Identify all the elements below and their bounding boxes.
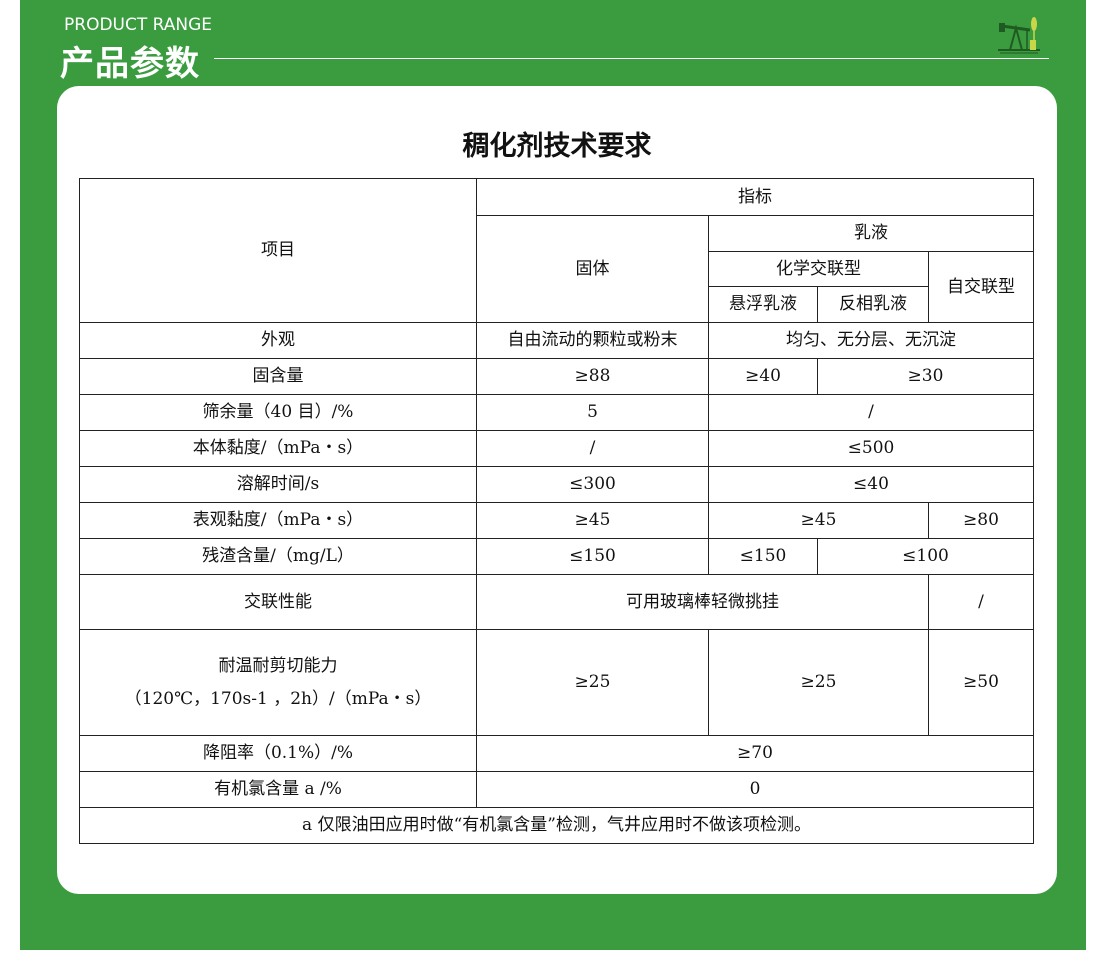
row-label-line: 耐温耐剪切能力 (218, 656, 338, 677)
cell-value: ≥45 (708, 502, 929, 539)
row-label-line: （120℃，170s-1 ，2h）/（mPa・s） (124, 688, 432, 709)
header-suspension-emulsion: 悬浮乳液 (708, 286, 818, 323)
cell-value: / (928, 574, 1034, 630)
cell-value: ≥80 (928, 502, 1034, 539)
header-emulsion: 乳液 (708, 215, 1034, 252)
row-label: 降阻率（0.1%）/% (79, 735, 477, 772)
content-card: 稠化剂技术要求 项目 指标 固体 乳液 化学交联型 自交联型 悬浮乳液 反相乳液… (57, 86, 1057, 894)
cell-value: / (476, 430, 709, 467)
cell-value: ≥45 (476, 502, 709, 539)
row-label: 溶解时间/s (79, 466, 477, 503)
table-row: 耐温耐剪切能力 （120℃，170s-1 ，2h）/（mPa・s） ≥25 ≥2… (79, 629, 1034, 736)
table-row: 降阻率（0.1%）/% ≥70 (79, 735, 1034, 772)
table-row: 项目 指标 (79, 178, 1034, 323)
cell-value: ≥30 (817, 358, 1034, 395)
cell-value: ≤150 (476, 538, 709, 575)
table-row: 交联性能 可用玻璃棒轻微挑挂 / (79, 574, 1034, 630)
cell-value: ≥88 (476, 358, 709, 395)
row-label: 耐温耐剪切能力 （120℃，170s-1 ，2h）/（mPa・s） (79, 629, 477, 736)
header-item: 项目 (79, 178, 477, 323)
row-label: 本体黏度/（mPa・s） (79, 430, 477, 467)
cell-value: ≥50 (928, 629, 1034, 736)
table-footnote: a 仅限油田应用时做“有机氯含量”检测，气井应用时不做该项检测。 (79, 807, 1034, 844)
cell-value: 可用玻璃棒轻微挑挂 (476, 574, 929, 630)
row-label: 外观 (79, 322, 477, 359)
row-label: 表观黏度/（mPa・s） (79, 502, 477, 539)
row-label: 残渣含量/（mg/L） (79, 538, 477, 575)
header-solid: 固体 (476, 215, 709, 323)
header-title-cn: 产品参数 (60, 44, 200, 84)
cell-value: ≤300 (476, 466, 709, 503)
cell-value: ≥70 (476, 735, 1034, 772)
table-row: a 仅限油田应用时做“有机氯含量”检测，气井应用时不做该项检测。 (79, 807, 1034, 844)
header-self-crosslink: 自交联型 (928, 251, 1034, 323)
header-subtitle-en: PRODUCT RANGE (64, 15, 213, 35)
table-title: 稠化剂技术要求 (462, 131, 652, 162)
table-row: 残渣含量/（mg/L） ≤150 ≤150 ≤100 (79, 538, 1034, 575)
cell-value: ≤40 (708, 466, 1034, 503)
table-row: 本体黏度/（mPa・s） / ≤500 (79, 430, 1034, 467)
table-row: 溶解时间/s ≤300 ≤40 (79, 466, 1034, 503)
row-label: 交联性能 (79, 574, 477, 630)
table-row: 表观黏度/（mPa・s） ≥45 ≥45 ≥80 (79, 502, 1034, 539)
spec-table: 项目 指标 固体 乳液 化学交联型 自交联型 悬浮乳液 反相乳液 外观 自由流动… (79, 178, 1034, 844)
cell-value: ≤100 (817, 538, 1034, 575)
cell-value: 0 (476, 771, 1034, 808)
row-label: 筛余量（40 目）/% (79, 394, 477, 431)
header-inverse-emulsion: 反相乳液 (817, 286, 929, 323)
header-indicator: 指标 (476, 178, 1034, 216)
cell-value: ≤500 (708, 430, 1034, 467)
cell-value: ≤150 (708, 538, 818, 575)
table-row: 筛余量（40 目）/% 5 / (79, 394, 1034, 431)
cell-value: / (708, 394, 1034, 431)
cell-value: ≥25 (708, 629, 929, 736)
row-label: 固含量 (79, 358, 477, 395)
cell-value: ≥25 (476, 629, 709, 736)
cell-value: 自由流动的颗粒或粉末 (476, 322, 709, 359)
cell-value: 5 (476, 394, 709, 431)
oil-pump-icon (998, 17, 1040, 54)
cell-value: ≥40 (708, 358, 818, 395)
cell-value: 均匀、无分层、无沉淀 (708, 322, 1034, 359)
header-chem-crosslink: 化学交联型 (708, 251, 929, 287)
row-label: 有机氯含量 a /% (79, 771, 477, 808)
header-divider (214, 58, 1049, 59)
table-row: 外观 自由流动的颗粒或粉末 均匀、无分层、无沉淀 (79, 322, 1034, 359)
table-row: 有机氯含量 a /% 0 (79, 771, 1034, 808)
table-row: 固含量 ≥88 ≥40 ≥30 (79, 358, 1034, 395)
